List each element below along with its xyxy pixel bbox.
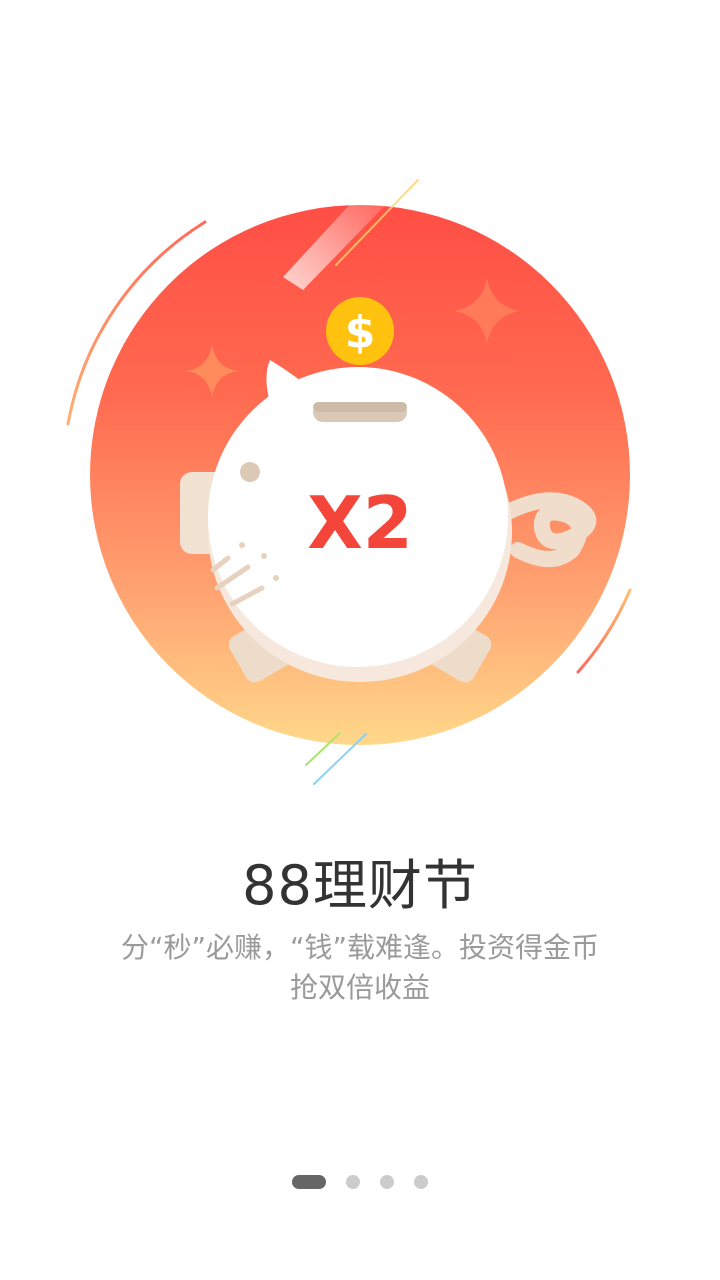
piggy-bank-illustration: $ X2 [66,174,632,785]
subtitle-line: 分“秒”必赚，“钱”载难逢。投资得金币 [120,931,600,964]
page-indicator-dot[interactable] [346,1175,360,1189]
page-subtitle: 分“秒”必赚，“钱”载难逢。投资得金币 抢双倍收益 [80,928,640,1008]
pig-eye [240,462,260,482]
page-indicator-dot[interactable] [380,1175,394,1189]
page-indicator-dot-active[interactable] [292,1175,326,1189]
coin-symbol: $ [345,307,376,358]
double-badge-text: X2 [307,481,413,565]
page-indicator [0,1175,720,1189]
subtitle-line: 抢双倍收益 [289,971,430,1004]
page-indicator-dot[interactable] [414,1175,428,1189]
page-title: 88理财节 [242,854,478,917]
